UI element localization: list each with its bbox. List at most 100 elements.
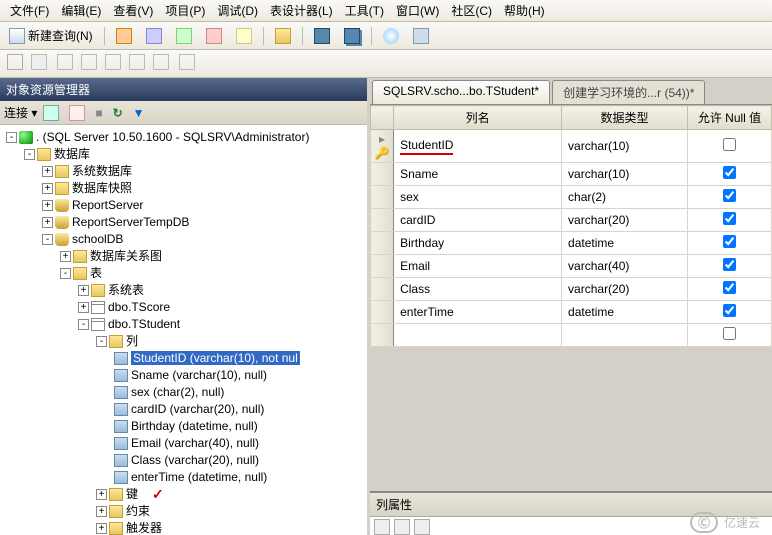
tb-btn-3[interactable] <box>171 25 197 47</box>
cell-column-name[interactable]: sex <box>394 186 562 209</box>
tb-activity[interactable] <box>378 25 404 47</box>
table-row-new[interactable] <box>371 324 772 347</box>
tb-btn-4[interactable] <box>201 25 227 47</box>
cell-data-type[interactable]: varchar(20) <box>562 209 688 232</box>
th-null[interactable]: 允许 Null 值 <box>688 106 772 130</box>
row-selector[interactable] <box>371 301 394 324</box>
menu-tools[interactable]: 工具(T) <box>339 0 390 21</box>
cell-allow-null[interactable] <box>688 232 772 255</box>
cell-column-name[interactable]: Email <box>394 255 562 278</box>
menu-project[interactable]: 项目(P) <box>159 0 211 21</box>
row-selector[interactable] <box>371 278 394 301</box>
menu-view[interactable]: 查看(V) <box>107 0 159 21</box>
stop-icon[interactable]: ■ <box>95 106 102 120</box>
connect-dropdown[interactable]: 连接 ▾ <box>4 104 37 121</box>
tb-btn-1[interactable] <box>111 25 137 47</box>
menu-table-designer[interactable]: 表设计器(L) <box>264 0 339 21</box>
row-selector[interactable] <box>371 232 394 255</box>
node-diagram[interactable]: 数据库关系图 <box>90 249 162 263</box>
node-triggers[interactable]: 触发器 <box>126 521 162 535</box>
tb2-6[interactable] <box>126 52 148 75</box>
cell-data-type[interactable]: datetime <box>562 301 688 324</box>
col-cardid[interactable]: cardID (varchar(20), null) <box>131 402 264 416</box>
node-tables[interactable]: 表 <box>90 266 102 280</box>
cell-allow-null[interactable] <box>688 163 772 186</box>
node-snap[interactable]: 数据库快照 <box>72 181 132 195</box>
row-selector[interactable]: ▸🔑 <box>371 130 394 163</box>
allow-null-checkbox[interactable] <box>723 212 736 225</box>
tree-expander[interactable]: - <box>6 132 17 143</box>
cell-allow-null[interactable] <box>688 186 772 209</box>
row-selector[interactable] <box>371 255 394 278</box>
row-selector[interactable] <box>371 163 394 186</box>
allow-null-checkbox[interactable] <box>723 235 736 248</box>
allow-null-checkbox[interactable] <box>723 281 736 294</box>
table-row[interactable]: Snamevarchar(10) <box>371 163 772 186</box>
cell-allow-null[interactable] <box>688 255 772 278</box>
node-sysdb[interactable]: 系统数据库 <box>72 164 132 178</box>
col-studentid[interactable]: StudentID (varchar(10), not nul <box>131 351 300 365</box>
allow-null-checkbox[interactable] <box>723 166 736 179</box>
disconnect-icon[interactable] <box>69 105 85 121</box>
col-birthday[interactable]: Birthday (datetime, null) <box>131 419 258 433</box>
tb2-1[interactable] <box>4 52 26 75</box>
cell-allow-null[interactable] <box>688 209 772 232</box>
tab-tstudent[interactable]: SQLSRV.scho...bo.TStudent* <box>372 80 550 104</box>
node-keys[interactable]: 键 <box>126 487 138 501</box>
cell-data-type[interactable]: datetime <box>562 232 688 255</box>
cell-data-type[interactable]: char(2) <box>562 186 688 209</box>
row-selector[interactable] <box>371 324 394 347</box>
allow-null-checkbox[interactable] <box>723 189 736 202</box>
connect-object-icon[interactable] <box>43 105 59 121</box>
tb-save[interactable] <box>309 25 335 47</box>
props-icon[interactable] <box>414 519 430 535</box>
node-constraints[interactable]: 约束 <box>126 504 150 518</box>
node-systables[interactable]: 系统表 <box>108 283 144 297</box>
node-columns[interactable]: 列 <box>126 334 138 348</box>
table-row[interactable]: Emailvarchar(40) <box>371 255 772 278</box>
tb2-8[interactable] <box>176 52 198 75</box>
table-row[interactable]: Birthdaydatetime <box>371 232 772 255</box>
allow-null-checkbox[interactable] <box>723 258 736 271</box>
cell-column-name[interactable]: cardID <box>394 209 562 232</box>
tb-open[interactable] <box>270 25 296 47</box>
col-sname[interactable]: Sname (varchar(10), null) <box>131 368 267 382</box>
cell-allow-null[interactable] <box>688 278 772 301</box>
cell-data-type[interactable]: varchar(10) <box>562 130 688 163</box>
tb2-5[interactable] <box>102 52 124 75</box>
tb-saveall[interactable] <box>339 25 365 47</box>
filter-icon[interactable]: ▼ <box>133 106 145 120</box>
refresh-icon[interactable]: ↻ <box>113 106 123 120</box>
category-icon[interactable] <box>374 519 390 535</box>
col-sex[interactable]: sex (char(2), null) <box>131 385 224 399</box>
allow-null-checkbox[interactable] <box>723 138 736 151</box>
tb-registered[interactable] <box>408 25 434 47</box>
th-name[interactable]: 列名 <box>394 106 562 130</box>
cell-column-name[interactable]: Class <box>394 278 562 301</box>
th-type[interactable]: 数据类型 <box>562 106 688 130</box>
cell-column-name[interactable]: StudentID <box>394 130 562 163</box>
node-databases[interactable]: 数据库 <box>54 147 90 161</box>
cell-column-name[interactable]: enterTime <box>394 301 562 324</box>
tab-create-env[interactable]: 创建学习环境的...r (54))* <box>552 80 705 104</box>
row-selector[interactable] <box>371 209 394 232</box>
node-reportserver[interactable]: ReportServer <box>72 198 143 212</box>
allow-null-checkbox[interactable] <box>723 304 736 317</box>
object-tree[interactable]: - . (SQL Server 10.50.1600 - SQLSRV\Admin… <box>0 125 367 535</box>
alphabetical-icon[interactable] <box>394 519 410 535</box>
cell-allow-null[interactable] <box>688 301 772 324</box>
table-row[interactable]: sexchar(2) <box>371 186 772 209</box>
tb2-7[interactable] <box>150 52 172 75</box>
col-class[interactable]: Class (varchar(20), null) <box>131 453 259 467</box>
table-row[interactable]: enterTimedatetime <box>371 301 772 324</box>
cell-data-type[interactable]: varchar(40) <box>562 255 688 278</box>
node-reportservertemp[interactable]: ReportServerTempDB <box>72 215 189 229</box>
table-row[interactable]: ▸🔑StudentIDvarchar(10) <box>371 130 772 163</box>
col-email[interactable]: Email (varchar(40), null) <box>131 436 259 450</box>
tb-btn-2[interactable] <box>141 25 167 47</box>
row-selector[interactable] <box>371 186 394 209</box>
menu-debug[interactable]: 调试(D) <box>211 0 264 21</box>
menu-help[interactable]: 帮助(H) <box>498 0 551 21</box>
tree-root[interactable]: . (SQL Server 10.50.1600 - SQLSRV\Admini… <box>36 130 309 144</box>
cell-column-name[interactable]: Birthday <box>394 232 562 255</box>
